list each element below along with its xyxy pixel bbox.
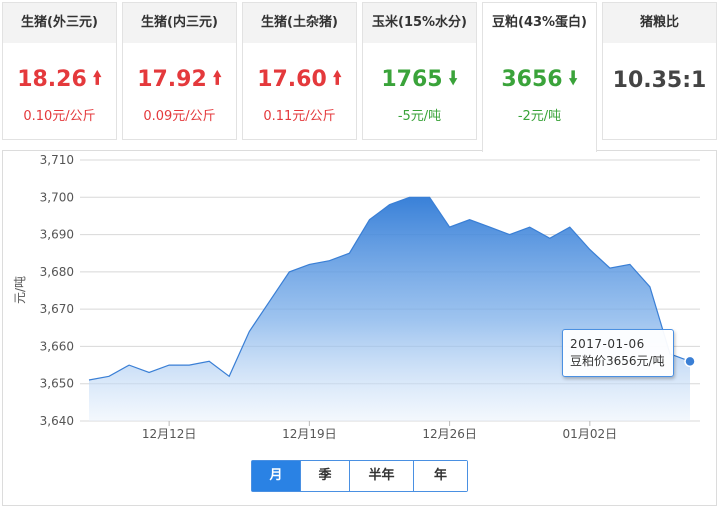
chart-tooltip: 2017-01-06 豆粕价3656元/吨 bbox=[562, 329, 674, 377]
y-tick-label: 3,650 bbox=[40, 377, 74, 391]
period-half-year-button[interactable]: 半年 bbox=[349, 461, 413, 491]
y-axis-label: 元/吨 bbox=[13, 276, 27, 304]
highlighted-data-point bbox=[684, 355, 696, 368]
tooltip-date: 2017-01-06 bbox=[570, 337, 645, 351]
y-tick-label: 3,710 bbox=[40, 153, 74, 167]
x-tick-label: 12月19日 bbox=[282, 427, 337, 441]
period-quarter-button[interactable]: 季 bbox=[300, 461, 349, 491]
x-axis-ticks: 12月12日 12月19日 12月26日 01月02日 bbox=[142, 421, 617, 441]
period-year-button[interactable]: 年 bbox=[413, 461, 467, 491]
card-title: 豆粕(43%蛋白) bbox=[483, 3, 596, 43]
card-price: 3656 bbox=[501, 67, 563, 92]
period-month-button[interactable]: 月 bbox=[252, 461, 300, 491]
arrow-down-icon: 🠛 bbox=[568, 68, 578, 89]
card-change: -2元/吨 bbox=[517, 109, 562, 124]
y-tick-label: 3,680 bbox=[40, 265, 74, 279]
x-tick-label: 12月26日 bbox=[422, 427, 477, 441]
y-tick-label: 3,690 bbox=[40, 228, 74, 242]
y-axis-ticks: 3,640 3,650 3,660 3,670 3,680 3,690 3,700 3,710 bbox=[40, 153, 74, 428]
y-tick-label: 3,660 bbox=[40, 339, 74, 353]
card-soymeal[interactable]: 豆粕(43%蛋白) 3656 🠛 -2元/吨 bbox=[482, 2, 597, 152]
price-chart: 3,640 3,650 3,660 3,670 3,680 3,690 3,700 3,710… bbox=[13, 153, 700, 441]
y-tick-label: 3,640 bbox=[40, 414, 74, 428]
y-tick-label: 3,700 bbox=[40, 190, 74, 204]
x-tick-label: 12月12日 bbox=[142, 427, 197, 441]
tooltip-value: 豆粕价3656元/吨 bbox=[570, 354, 665, 368]
x-tick-label: 01月02日 bbox=[563, 427, 618, 441]
y-tick-label: 3,670 bbox=[40, 302, 74, 316]
period-selector: 月 季 半年 年 bbox=[251, 460, 468, 492]
data-points bbox=[684, 355, 696, 368]
